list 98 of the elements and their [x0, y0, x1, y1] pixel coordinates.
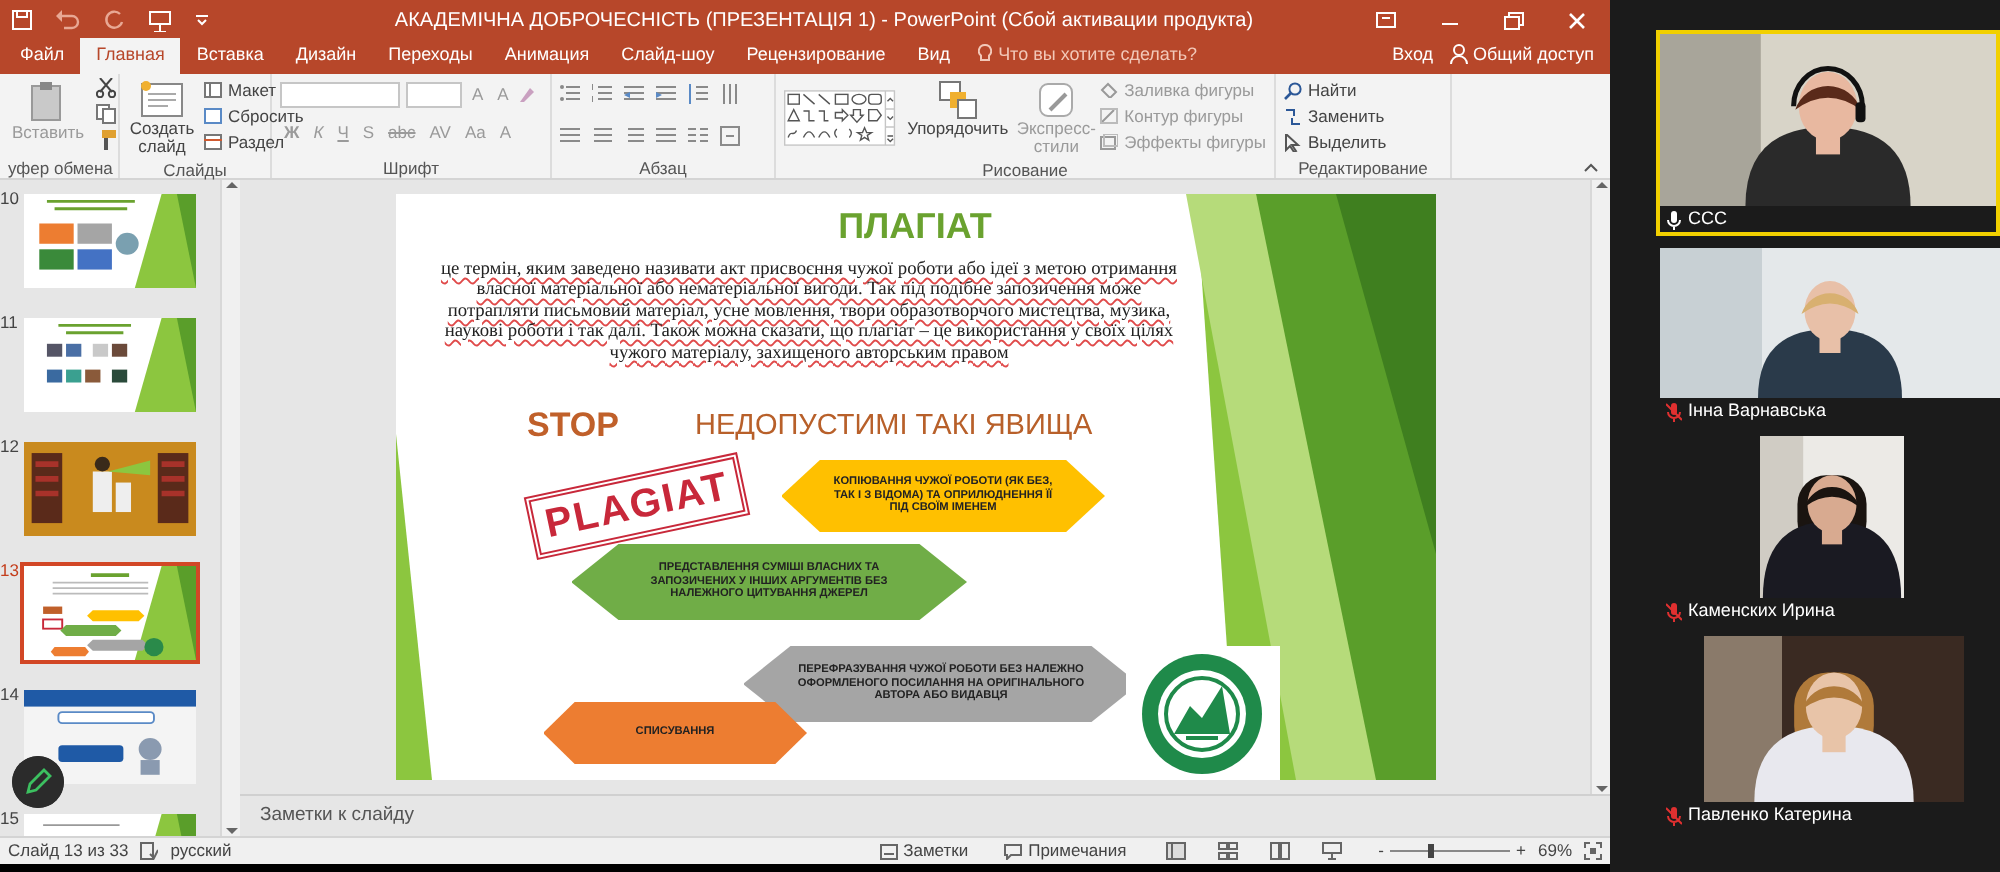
slide-number: 11: [0, 314, 20, 331]
decrease-indent-icon[interactable]: [624, 84, 644, 104]
comment-icon: [1004, 843, 1023, 859]
ribbon-tab[interactable]: Дизайн: [279, 37, 373, 74]
participant-name: Павленко Катерина: [1688, 801, 1852, 828]
ribbon-button[interactable]: Найти: [1308, 79, 1357, 101]
ribbon-button[interactable]: Выделить: [1308, 131, 1387, 153]
stop-text: STOP: [527, 408, 619, 442]
presentation-icon[interactable]: [148, 9, 172, 31]
ribbon-tab[interactable]: Слайд-шоу: [605, 37, 731, 74]
normal-view-icon[interactable]: [1166, 842, 1187, 860]
text-direction-icon[interactable]: [720, 84, 740, 104]
justify-icon[interactable]: [656, 126, 676, 146]
font-size-field[interactable]: [406, 81, 462, 107]
group-label: Рисование: [980, 158, 1070, 180]
ribbon-tab[interactable]: Файл: [4, 37, 81, 74]
restore-icon[interactable]: [1504, 11, 1524, 29]
group-label: Редактирование: [1296, 156, 1430, 178]
slide-title: ПЛАГІАТ: [836, 208, 994, 244]
reset-icon: [204, 108, 222, 124]
save-icon[interactable]: [12, 10, 32, 30]
ribbon-tab[interactable]: Вид: [901, 37, 967, 74]
slide-number: 13: [0, 562, 20, 579]
slide-number: 12: [0, 438, 20, 455]
align-right-icon[interactable]: [624, 126, 644, 146]
notes-button[interactable]: Заметки: [903, 838, 969, 864]
undo-icon[interactable]: [56, 10, 80, 30]
slide-number: 10: [0, 190, 20, 207]
participant-name: Інна Варнавська: [1688, 397, 1826, 424]
close-icon[interactable]: [1568, 11, 1586, 29]
definition-text: це термін, яким заведено називати акт присвоєння чужої роботи або ідеї з метою отримання власної матеріальної або нематеріальної вигоди. Так під подібне запозичення може потрапляти письмовий матеріал, усне мовлення, твори образотворчого мистецтва, музика, наукові роботи і так далі. Також можна сказати, що плагіат – це використання у своїх цілях чужого матеріалу, захищеного авторським правом: [439, 260, 1179, 365]
bullets-icon[interactable]: [560, 84, 580, 104]
redo-icon[interactable]: [104, 10, 124, 30]
group-label: Слайды: [161, 157, 229, 180]
slide-sorter-icon[interactable]: [1218, 842, 1239, 860]
fit-slide-icon[interactable]: [1584, 842, 1602, 860]
new-slide-button[interactable]: Создать слайд: [129, 120, 195, 156]
window-title: АКАДЕМІЧНА ДОБРОЧЕСНІСТЬ (ПРЕЗЕНТАЦІЯ 1) - PowerPoint (Сбой активации продукта): [392, 7, 1256, 35]
person-icon: [1449, 44, 1468, 65]
ribbon-display-icon[interactable]: [1376, 12, 1396, 28]
ribbon-tab[interactable]: Переходы: [372, 37, 489, 74]
numbering-icon[interactable]: [592, 84, 612, 104]
increase-indent-icon[interactable]: [656, 84, 676, 104]
lightbulb-icon: [978, 44, 993, 65]
collapse-ribbon-icon[interactable]: [1584, 162, 1598, 172]
ribbon-tab[interactable]: Анимация: [488, 37, 606, 74]
font-name-field[interactable]: [280, 81, 400, 107]
copy-icon[interactable]: [96, 104, 117, 124]
slide-number: 15: [0, 810, 20, 827]
search-icon: [1284, 81, 1302, 99]
group-label: Шрифт: [381, 156, 441, 178]
scroll-down-icon[interactable]: [1595, 784, 1607, 794]
reading-view-icon[interactable]: [1270, 842, 1291, 860]
spellcheck-icon[interactable]: [140, 842, 159, 860]
participant-name: Каменских Ирина: [1688, 597, 1835, 624]
align-text-icon[interactable]: [720, 126, 740, 146]
participant-name: ССС: [1688, 205, 1727, 232]
align-left-icon[interactable]: [560, 126, 580, 146]
arrange-icon[interactable]: [937, 80, 978, 120]
ribbon-tab[interactable]: Рецензирование: [730, 37, 902, 74]
replace-icon: [1284, 107, 1302, 125]
zoom-out-button[interactable]: -: [1378, 838, 1385, 864]
language-label[interactable]: русский: [170, 838, 232, 864]
notes-field[interactable]: Заметки к слайду: [260, 801, 414, 831]
slide-counter: Слайд 13 из 33: [8, 838, 129, 864]
slideshow-icon[interactable]: [1322, 842, 1343, 860]
share-button[interactable]: Общий доступ: [1473, 41, 1594, 68]
group-label: уфер обмена: [8, 156, 110, 178]
zoom-level[interactable]: 69%: [1537, 838, 1572, 864]
customize-caret-icon[interactable]: [196, 14, 208, 26]
sign-in-link[interactable]: Вход: [1392, 41, 1434, 68]
line-spacing-icon[interactable]: [688, 84, 708, 104]
slide-number: 14: [0, 686, 20, 703]
ribbon-tab[interactable]: Главная: [80, 37, 181, 74]
ribbon-tab[interactable]: Вставка: [180, 37, 280, 74]
layout-icon: [204, 82, 222, 98]
arrange-button[interactable]: Упорядочить: [907, 120, 1009, 138]
effects-icon: [1100, 134, 1119, 150]
notes-icon: [879, 843, 898, 859]
align-center-icon[interactable]: [592, 126, 612, 146]
format-painter-icon[interactable]: [96, 130, 117, 150]
pointer-icon: [1284, 133, 1302, 151]
ribbon-button[interactable]: Заменить: [1308, 105, 1385, 127]
comments-button[interactable]: Примечания: [1028, 838, 1127, 864]
fill-icon: [1100, 82, 1119, 98]
section-icon: [204, 134, 222, 150]
columns-icon[interactable]: [688, 126, 708, 146]
cut-icon[interactable]: [96, 78, 117, 98]
zoom-in-button[interactable]: +: [1516, 838, 1526, 864]
outline-icon: [1100, 108, 1119, 124]
tell-me-field[interactable]: Что вы хотите сделать?: [998, 41, 1198, 68]
new-slide-icon[interactable]: [140, 80, 184, 120]
slide-heading: НЕДОПУСТИМІ ТАКІ ЯВИЩА: [695, 412, 1093, 441]
ribbon-button[interactable]: Раздел: [228, 131, 285, 153]
group-label: Абзац: [637, 156, 689, 178]
zoom-slider[interactable]: [1390, 844, 1511, 858]
quick-styles-icon[interactable]: [1036, 80, 1077, 120]
ribbon-button[interactable]: Макет: [228, 79, 277, 101]
